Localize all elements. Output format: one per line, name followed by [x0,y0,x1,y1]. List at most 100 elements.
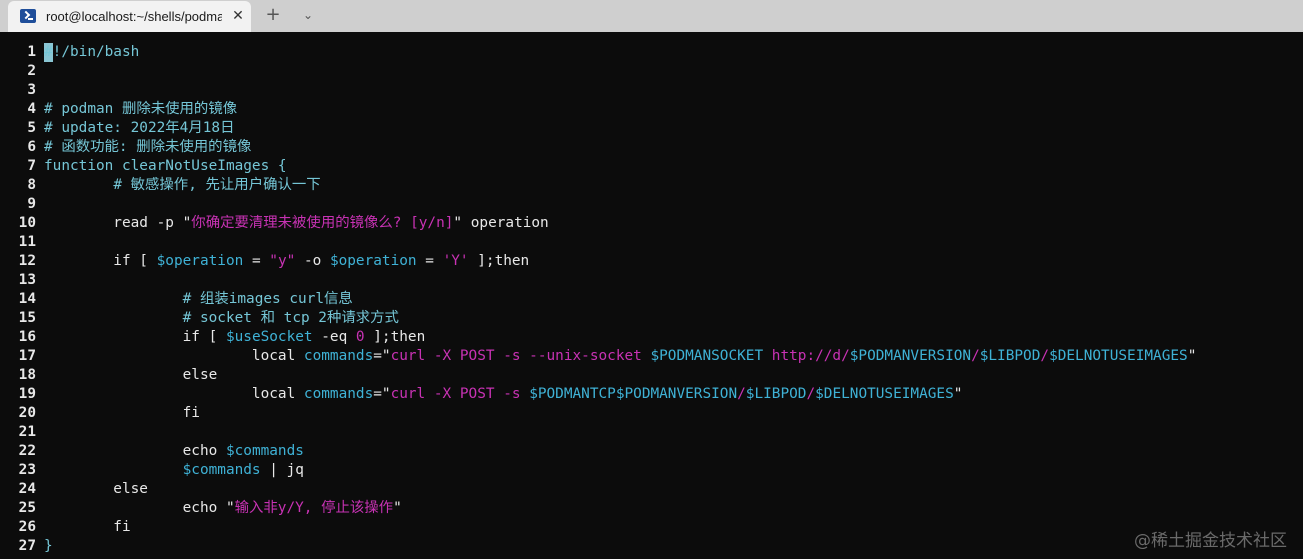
code-token: # 组装images curl信息 [182,291,353,307]
line-number: 20 [18,405,36,421]
line-number: 21 [18,424,36,440]
code-token: 'Y' [442,253,469,269]
line-number: 8 [27,177,36,193]
code-line: 19 local commands="curl -X POST -s $PODM… [0,385,1303,404]
line-number: 1 [27,44,36,60]
line-text: # 敏感操作, 先让用户确认一下 [44,176,320,195]
code-line: 25 echo "输入非y/Y, 停止该操作" [0,499,1303,518]
new-tab-button[interactable]: + [263,5,283,25]
line-number: 24 [18,481,36,497]
code-line: 14 # 组装images curl信息 [0,290,1303,309]
code-token: $PODMANSOCKET [650,348,764,364]
code-token: else [44,481,148,497]
code-token: " [182,215,192,231]
code-token: = [416,253,443,269]
terminal-output[interactable]: 1 #!/bin/bash 2 3 4 # podman 删除未使用的镜像 5 # updat… [0,32,1303,559]
code-token: ];then [364,329,426,345]
line-number: 6 [27,139,36,155]
code-line: 3 [0,81,1303,100]
code-token: $operation [156,253,244,269]
line-text: local commands="curl -X POST -s $PODMANT… [44,385,963,404]
code-token: = [243,253,270,269]
code-token: / [971,348,980,364]
code-token: commands [303,386,374,402]
code-line: 13 [0,271,1303,290]
code-token: curl -X POST -s --unix-socket [390,348,651,364]
line-text: fi [44,404,200,423]
code-token: " [393,500,402,516]
code-line: 6 # 函数功能: 删除未使用的镜像 [0,138,1303,157]
code-line: 23 $commands | jq [0,461,1303,480]
line-text: else [44,366,218,385]
code-token: " [1187,348,1197,364]
watermark: @稀土掘金技术社区 [1134,531,1287,551]
code-token: $DELNOTUSEIMAGES [815,386,954,402]
code-token: $DELNOTUSEIMAGES [1049,348,1188,364]
code-token: " [953,386,963,402]
code-line: 15 # socket 和 tcp 2种请求方式 [0,309,1303,328]
line-text: read -p "你确定要清理未被使用的镜像么? [y/n]" operatio… [44,214,549,233]
tab-bar: root@localhost:~/shells/podma ✕ + ⌄ [0,0,1303,32]
code-line: 18 else [0,366,1303,385]
line-number: 18 [18,367,36,383]
line-text: } [44,537,53,556]
line-number: 25 [18,500,36,516]
code-token: # podman 删除未使用的镜像 [44,101,238,117]
tab-title: root@localhost:~/shells/podma [46,9,222,24]
code-line: 26 fi [0,518,1303,537]
chevron-down-icon[interactable]: ⌄ [298,5,318,25]
code-line: 1 #!/bin/bash [0,43,1303,62]
code-token: " operation [453,215,549,231]
line-text: local commands="curl -X POST -s --unix-s… [44,347,1196,366]
line-number: 26 [18,519,36,535]
terminal-tab[interactable]: root@localhost:~/shells/podma ✕ [8,1,251,32]
line-number: 2 [27,63,36,79]
code-line: 21 [0,423,1303,442]
line-number: 23 [18,462,36,478]
code-line: 16 if [ $useSocket -eq 0 ];then [0,328,1303,347]
code-line: 7 function clearNotUseImages { [0,157,1303,176]
code-line: 12 if [ $operation = "y" -o $operation =… [0,252,1303,271]
line-number: 11 [18,234,36,250]
line-number: 3 [27,82,36,98]
code-token: $LIBPOD [979,348,1041,364]
code-token: commands [303,348,374,364]
code-token: 0 [355,329,365,345]
code-line: 20 fi [0,404,1303,423]
line-number: 4 [27,101,36,117]
code-token: =" [373,348,391,364]
code-token: # 函数功能: 删除未使用的镜像 [44,139,252,155]
code-token: fi [44,405,200,421]
code-token: | jq [260,462,304,478]
close-icon[interactable]: ✕ [229,6,247,26]
line-text: #!/bin/bash [44,43,139,62]
code-token: } [44,538,53,554]
code-token: $PODMANVERSION [849,348,972,364]
code-token: "y" [269,253,296,269]
code-token: # update: 2022年4月18日 [44,120,235,136]
code-line: 22 echo $commands [0,442,1303,461]
code-token: echo [44,443,226,459]
code-line: 17 local commands="curl -X POST -s --uni… [0,347,1303,366]
code-token: / [737,386,746,402]
line-text: function clearNotUseImages { [44,157,287,176]
code-token: $PODMANVERSION [615,386,738,402]
code-token: read -p [44,215,183,231]
line-number: 10 [18,215,36,231]
line-text: # update: 2022年4月18日 [44,119,234,138]
code-line: 9 [0,195,1303,214]
line-number: 19 [18,386,36,402]
line-text: # socket 和 tcp 2种请求方式 [44,309,399,328]
line-number: 13 [18,272,36,288]
code-token: http://d/ [763,348,850,364]
line-number: 5 [27,120,36,136]
line-text: # podman 删除未使用的镜像 [44,100,237,119]
code-token: ];then [468,253,530,269]
line-number: 17 [18,348,36,364]
line-text: echo "输入非y/Y, 停止该操作" [44,499,402,518]
code-token: # socket 和 tcp 2种请求方式 [182,310,399,326]
line-number: 15 [18,310,36,326]
